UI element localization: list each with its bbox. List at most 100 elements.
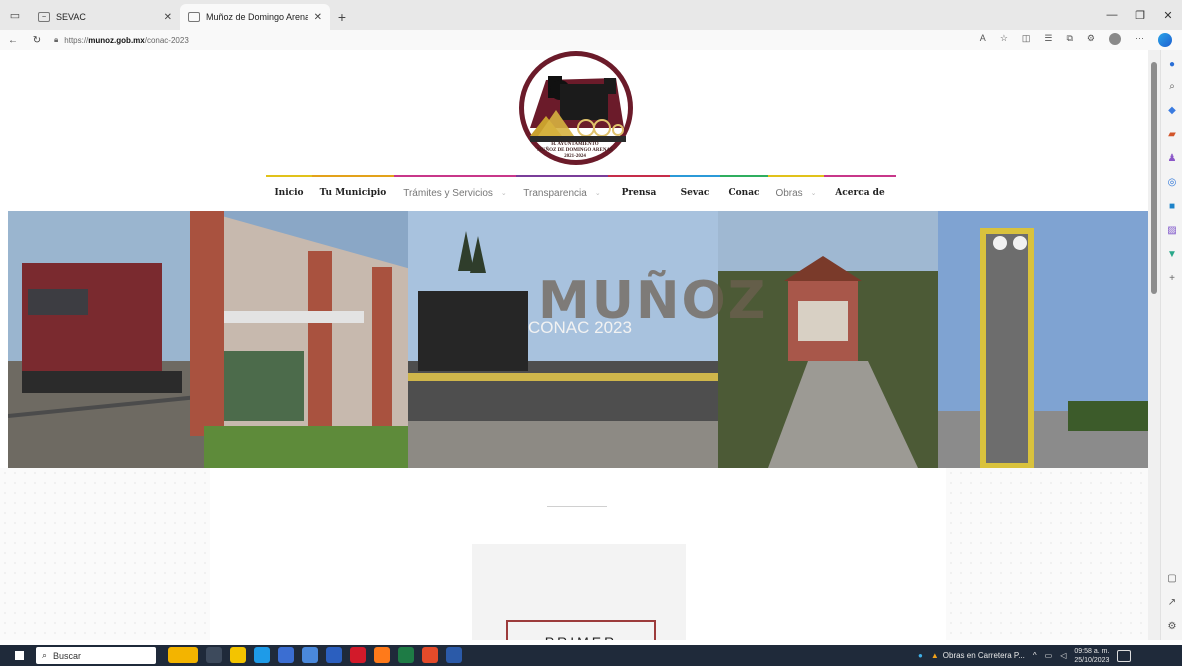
nav-item-trámites-y-servicios[interactable]: Trámites y Servicios ⌄ (394, 175, 516, 209)
word-icon[interactable] (446, 647, 462, 663)
web-page: H. AYUNTAMIENTO MUÑOZ DE DOMINGO ARENAS … (0, 50, 1148, 640)
screen: ▭ ~ SEVAC ✕ Muñoz de Domingo Arenas ✕ + … (0, 0, 1182, 666)
outlook-icon[interactable]: ■ (1165, 200, 1179, 214)
favorites-icon[interactable]: ☰ (1044, 33, 1052, 47)
nav-item-label: Inicio (274, 188, 304, 198)
collections-icon[interactable]: ⧉ (1066, 33, 1072, 47)
store-icon[interactable] (278, 647, 294, 663)
hero-banner: MUÑOZ CONAC 2023 (8, 211, 1148, 468)
tools-icon[interactable]: ▰ (1165, 128, 1179, 142)
nav-item-sevac[interactable]: Sevac (670, 175, 720, 209)
restore-icon[interactable]: ❐ (1126, 0, 1154, 30)
windows-icon (14, 651, 24, 660)
weather-widget-icon[interactable] (168, 647, 198, 663)
favorite-star-icon[interactable]: ☆ (1000, 33, 1008, 47)
nav-item-acerca-de[interactable]: Acerca de (824, 175, 896, 209)
news-widget[interactable]: ▲ Obras en Carretera P... (931, 651, 1025, 660)
split-screen-icon[interactable]: ◫ (1022, 33, 1031, 47)
url-text: https://munoz.gob.mx/conac-2023 (64, 35, 189, 45)
office-icon[interactable]: ◎ (1165, 176, 1179, 190)
page-favicon-icon (188, 12, 200, 22)
chevron-down-icon: ⌄ (810, 190, 817, 197)
nav-item-label: Transparencia (523, 187, 587, 199)
drop-icon[interactable]: ▼ (1165, 248, 1179, 262)
browser-tab-bar: ▭ ~ SEVAC ✕ Muñoz de Domingo Arenas ✕ + … (0, 0, 1182, 30)
designer-icon[interactable]: ▨ (1165, 224, 1179, 238)
games-icon[interactable]: ♟ (1165, 152, 1179, 166)
primer-button[interactable]: PRIMER (506, 620, 656, 640)
close-window-icon[interactable]: ✕ (1154, 0, 1182, 30)
clock-date: 25/10/2023 (1074, 656, 1110, 664)
add-sidebar-item-icon[interactable]: + (1165, 272, 1179, 286)
taskbar-search[interactable]: ⌕ Buscar (36, 647, 156, 664)
sidebar-panel-icon[interactable]: ▢ (1165, 572, 1179, 586)
sevac-favicon-icon: ~ (38, 12, 50, 22)
chevron-down-icon: ⌄ (500, 190, 507, 197)
tab-actions-icon[interactable]: ▭ (0, 0, 30, 30)
excel-icon[interactable] (398, 647, 414, 663)
refresh-icon[interactable]: ↻ (30, 35, 44, 46)
nav-item-prensa[interactable]: Prensa (608, 175, 670, 209)
shopping-tag-icon[interactable]: ◆ (1165, 104, 1179, 118)
windows-taskbar: ⌕ Buscar ● ▲ Obras en Carretera P... ^ ▭ (0, 645, 1182, 666)
nav-item-label: Obras (775, 187, 803, 199)
search-placeholder: Buscar (53, 650, 82, 661)
page-scrollbar[interactable] (1148, 50, 1160, 640)
chrome-icon[interactable] (422, 647, 438, 663)
volume-icon[interactable]: ◁ (1060, 651, 1066, 660)
nav-item-obras[interactable]: Obras ⌄ (768, 175, 824, 209)
close-tab-icon[interactable]: ✕ (314, 12, 322, 23)
nav-item-label: Acerca de (835, 188, 885, 198)
notifications-icon[interactable]: ● (1165, 58, 1179, 72)
construction-icon: ▲ (930, 651, 939, 660)
hero-subtitle: CONAC 2023 (528, 318, 632, 337)
help-icon[interactable]: ● (918, 651, 923, 660)
window-controls: — ❐ ✕ (1098, 0, 1182, 30)
notification-center-icon[interactable] (1117, 649, 1132, 662)
network-icon[interactable]: ▭ (1045, 651, 1053, 660)
task-view-icon[interactable] (206, 647, 222, 663)
search-icon: ⌕ (42, 650, 48, 660)
news-text: Obras en Carretera P... (942, 651, 1025, 660)
start-button[interactable] (10, 645, 28, 666)
logo-line: 2021-2024 (564, 154, 586, 159)
nav-item-label: Prensa (621, 188, 657, 198)
minimize-icon[interactable]: — (1098, 0, 1126, 30)
read-aloud-icon[interactable]: A (980, 33, 986, 47)
scrollbar-thumb[interactable] (1151, 62, 1157, 294)
tray-expand-icon[interactable]: ^ (1033, 651, 1037, 660)
nav-item-conac[interactable]: Conac (720, 175, 768, 209)
nav-item-transparencia[interactable]: Transparencia ⌄ (516, 175, 608, 209)
tab-sevac[interactable]: ~ SEVAC ✕ (30, 4, 180, 30)
edge-browser-icon[interactable] (254, 647, 270, 663)
settings-gear-icon[interactable]: ⚙ (1165, 620, 1179, 634)
external-link-icon[interactable]: ↗ (1165, 596, 1179, 610)
report-card: PRIMER (472, 544, 686, 640)
nav-item-tu-municipio[interactable]: Tu Municipio (312, 175, 394, 209)
firefox-icon[interactable] (374, 647, 390, 663)
back-icon[interactable]: ← (6, 35, 20, 46)
address-bar: ← ↻ 🔒︎ https://munoz.gob.mx/conac-2023 A… (0, 30, 1182, 50)
copilot-icon[interactable] (1158, 33, 1172, 47)
profile-avatar-icon[interactable] (1109, 33, 1121, 45)
search-icon[interactable]: ⌕ (1165, 80, 1179, 94)
clock[interactable]: 09:58 a. m. 25/10/2023 (1074, 647, 1109, 665)
system-tray: ● ▲ Obras en Carretera P... ^ ▭ ◁ 09:58 … (918, 645, 1132, 666)
background-pattern-right (946, 468, 1148, 640)
lock-icon: 🔒︎ (54, 35, 59, 44)
netflix-icon[interactable] (350, 647, 366, 663)
tab-title: Muñoz de Domingo Arenas (206, 12, 308, 22)
url-field[interactable]: 🔒︎ https://munoz.gob.mx/conac-2023 (54, 35, 970, 45)
mail-icon[interactable] (302, 647, 318, 663)
more-menu-icon[interactable]: ··· (1135, 33, 1144, 47)
logo-caption: H. AYUNTAMIENTO MUÑOZ DE DOMINGO ARENAS … (520, 142, 630, 160)
nav-item-inicio[interactable]: Inicio (266, 175, 312, 209)
new-tab-button[interactable]: + (330, 4, 354, 30)
extensions-icon[interactable]: ⚙ (1087, 33, 1095, 47)
nav-item-label: Sevac (680, 188, 710, 198)
file-explorer-icon[interactable] (230, 647, 246, 663)
dropbox-icon[interactable] (326, 647, 342, 663)
tab-munoz[interactable]: Muñoz de Domingo Arenas ✕ (180, 4, 330, 30)
nav-item-label: Conac (728, 188, 760, 198)
close-tab-icon[interactable]: ✕ (164, 12, 172, 23)
